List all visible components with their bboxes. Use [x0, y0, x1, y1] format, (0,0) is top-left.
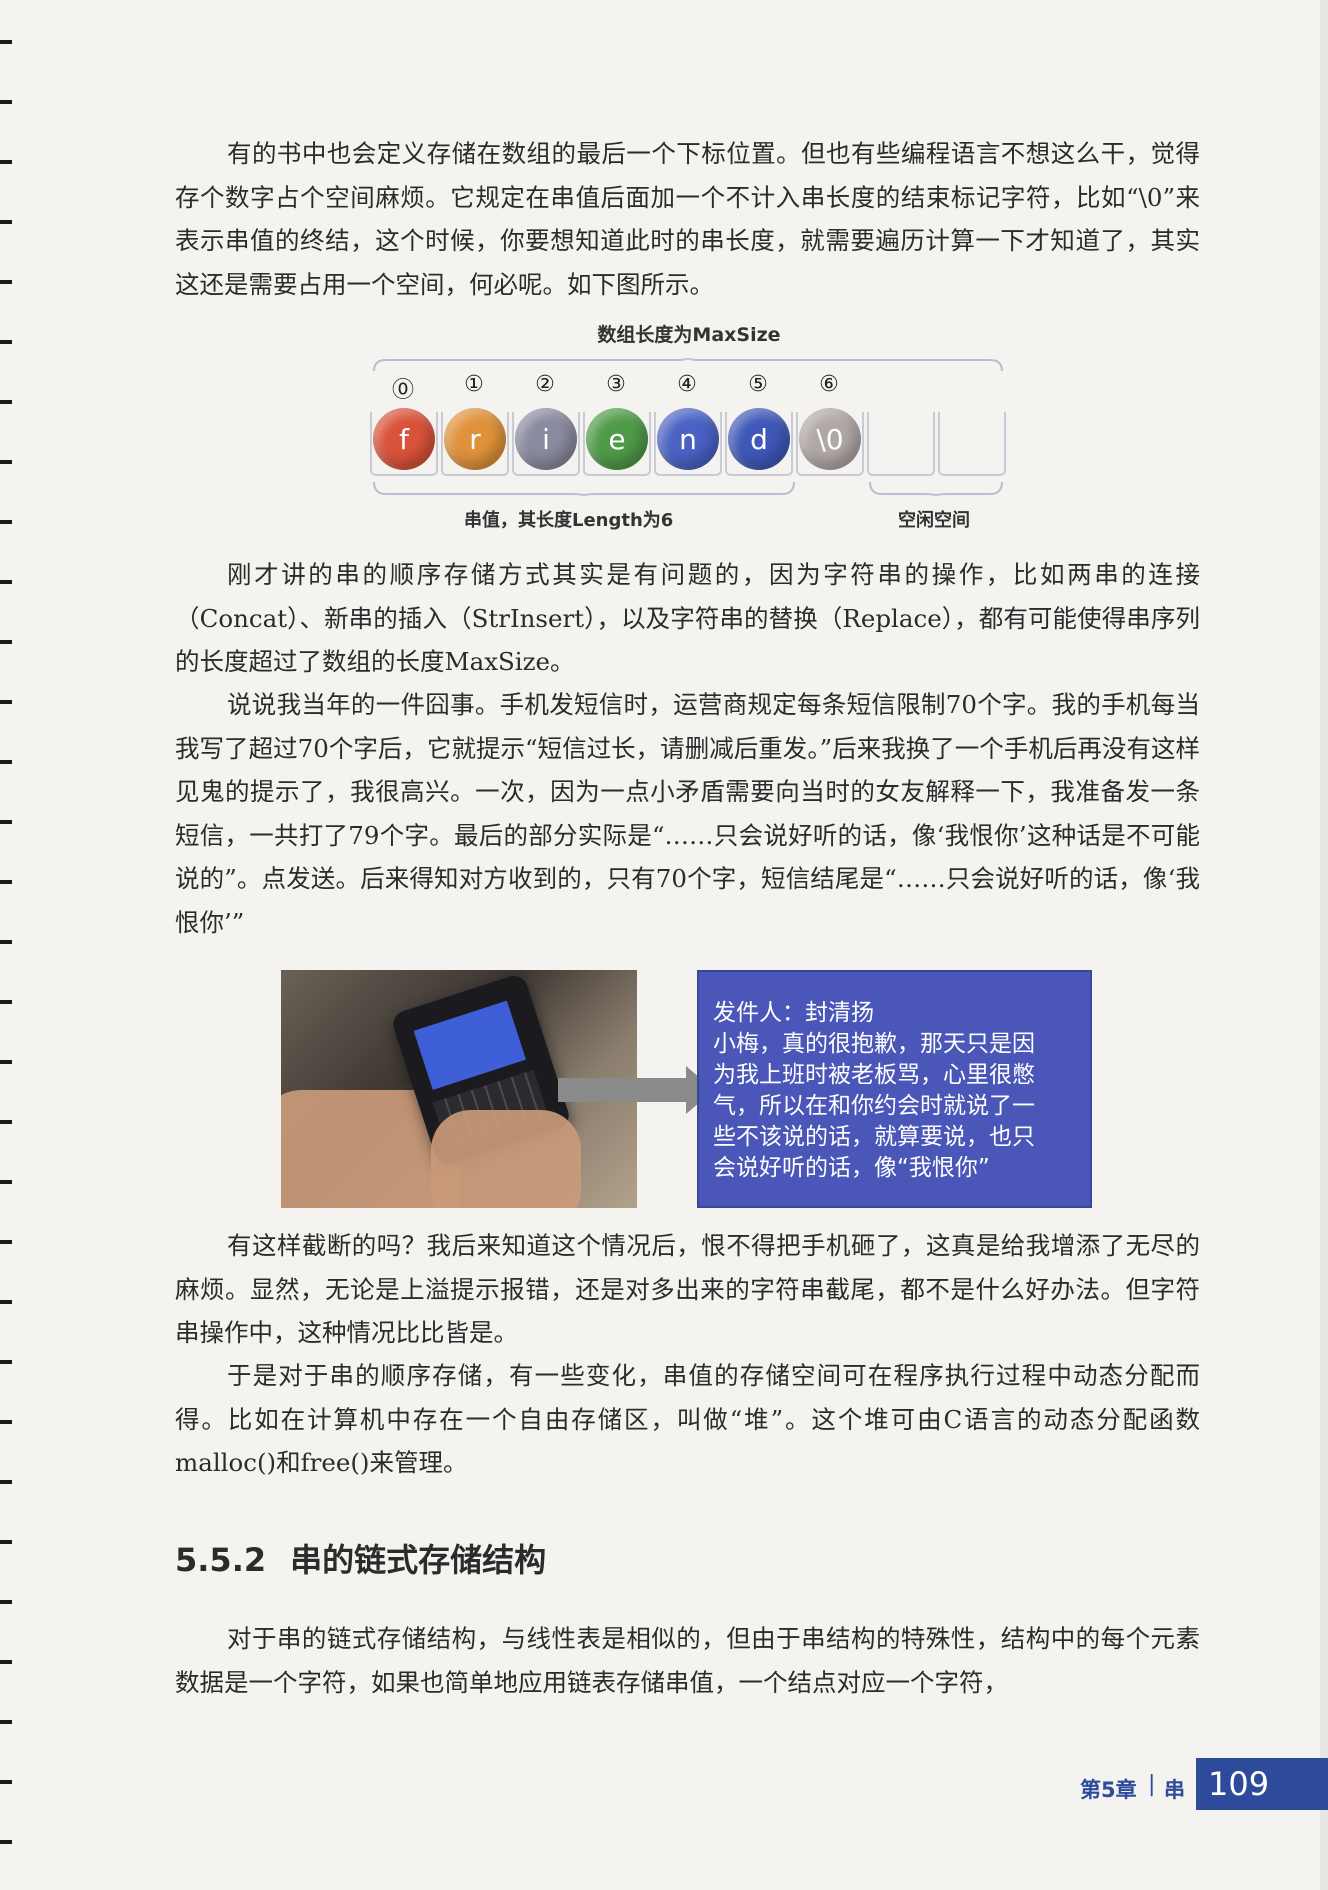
char-ball: r	[444, 408, 506, 470]
section-title: 串的链式存储结构	[290, 1541, 547, 1579]
value-brace-icon	[373, 482, 795, 496]
free-cell	[867, 412, 935, 476]
sms-line: 气，所以在和你约会时就说了一	[713, 1093, 1035, 1119]
paragraph-6: 对于串的链式存储结构，与线性表是相似的，但由于串结构的特殊性，结构中的每个元素数…	[175, 1624, 1200, 1697]
value-caption: 串值，其长度Length为6	[464, 510, 674, 531]
footer-separator: |	[1148, 1772, 1156, 1797]
index-label: ⑤	[748, 372, 768, 397]
string-array-figure: 数组长度为MaxSize ⓪ ① ② ③ ④ ⑤ ⑥ f r i e n d \0 串值，其长度Leng…	[368, 320, 1010, 540]
index-label: ①	[464, 372, 484, 397]
sms-line: 会说好听的话，像“我恨你”	[713, 1155, 990, 1181]
page-number: 109	[1196, 1758, 1328, 1810]
footer-chapter-title: 串	[1164, 1778, 1185, 1802]
footer-chapter: 第5章	[1080, 1778, 1137, 1802]
paragraph-1: 有的书中也会定义存储在数组的最后一个下标位置。但也有些编程语言不想这么干，觉得存…	[175, 139, 1200, 299]
free-cell	[938, 412, 1006, 476]
arrow-icon	[558, 1078, 688, 1102]
paragraph-5: 于是对于串的顺序存储，有一些变化，串值的存储空间可在程序执行过程中动态分配而得。…	[175, 1361, 1200, 1477]
index-label: ④	[677, 372, 697, 397]
paragraph-4: 有这样截断的吗？我后来知道这个情况后，恨不得把手机砸了，这真是给我增添了无尽的麻…	[175, 1231, 1200, 1347]
sms-line: 小梅，真的很抱歉，那天只是因	[713, 1031, 1035, 1057]
sms-line: 为我上班时被老板骂，心里很憋	[713, 1062, 1035, 1088]
index-label: ③	[606, 372, 626, 397]
paragraph-2: 刚才讲的串的顺序存储方式其实是有问题的，因为字符串的操作，比如两串的连接（Con…	[175, 560, 1200, 676]
section-heading: 5.5.2 串的链式存储结构	[175, 1535, 546, 1581]
char-ball: n	[657, 408, 719, 470]
free-space-brace-icon	[869, 482, 1003, 496]
char-ball: \0	[799, 408, 861, 470]
sms-line: 发件人：封清扬	[713, 1000, 874, 1026]
page-right-edge	[1320, 0, 1328, 1890]
char-ball: f	[373, 408, 435, 470]
index-label: ②	[535, 372, 555, 397]
char-ball: d	[728, 408, 790, 470]
figure-title: 数组长度为MaxSize	[597, 324, 781, 346]
free-space-caption: 空闲空间	[898, 510, 970, 531]
char-ball: i	[515, 408, 577, 470]
page-binding-edge	[0, 0, 12, 1890]
top-brace-icon	[373, 358, 1003, 372]
index-label: ⓪	[391, 378, 414, 403]
right-hand	[431, 1110, 581, 1208]
index-label: ⑥	[819, 372, 839, 397]
char-ball: e	[586, 408, 648, 470]
sms-line: 些不该说的话，就算要说，也只	[713, 1124, 1035, 1150]
sms-message-box: 发件人：封清扬 小梅，真的很抱歉，那天只是因 为我上班时被老板骂，心里很憋 气，…	[697, 970, 1092, 1208]
paragraph-3: 说说我当年的一件囧事。手机发短信时，运营商规定每条短信限制70个字。我的手机每当…	[175, 690, 1200, 937]
section-number: 5.5.2	[175, 1541, 267, 1579]
